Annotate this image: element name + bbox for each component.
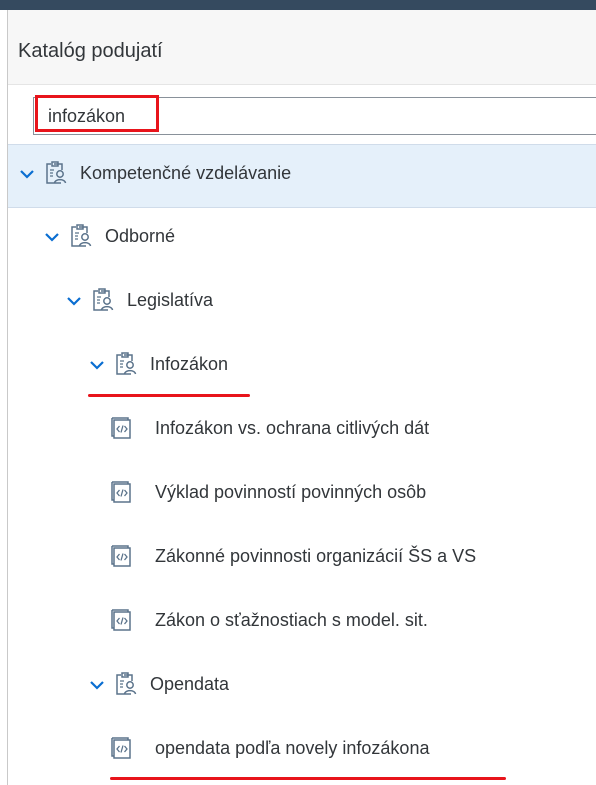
catalog-group-icon	[116, 352, 137, 375]
search-input-value: infozákon	[48, 106, 126, 126]
course-item-icon	[111, 545, 131, 567]
tree-item-label: Infozákon vs. ochrana citlivých dát	[155, 418, 430, 438]
chevron-down-icon[interactable]	[88, 356, 106, 374]
tree-item-zakonne-povinnosti[interactable]: Zákonné povinnosti organizácií ŠS a VS	[8, 528, 596, 592]
search-input[interactable]: infozákon	[33, 97, 596, 135]
course-item-icon	[111, 737, 131, 759]
tree-item-label: Zákonné povinnosti organizácií ŠS a VS	[155, 546, 477, 566]
tree-node-label: Odborné	[105, 226, 176, 246]
chevron-down-icon[interactable]	[43, 228, 61, 246]
catalog-group-icon	[71, 224, 92, 247]
course-item-icon	[111, 481, 131, 503]
panel-header: Katalóg podujatí	[8, 10, 596, 85]
chevron-down-icon[interactable]	[18, 165, 36, 183]
tree-node-label: Legislatíva	[127, 290, 214, 310]
tree-item-opendata-novela[interactable]: opendata podľa novely infozákona	[8, 720, 596, 784]
infozakon-annotation-underline	[88, 394, 250, 397]
page-title: Katalóg podujatí	[18, 40, 163, 62]
catalog-group-icon	[93, 288, 114, 311]
tree-node-opendata[interactable]: Opendata	[8, 656, 596, 720]
tree-item-label: opendata podľa novely infozákona	[155, 738, 430, 758]
tree-node-odborne[interactable]: Odborné	[8, 208, 596, 272]
chevron-down-icon[interactable]	[65, 292, 83, 310]
chevron-down-icon[interactable]	[88, 676, 106, 694]
tree-item-ochrana-dat[interactable]: Infozákon vs. ochrana citlivých dát	[8, 400, 596, 464]
catalog-panel: Katalóg podujatí infozákon Kompetenčné v…	[8, 10, 596, 785]
course-item-icon	[111, 609, 131, 631]
catalog-group-icon	[46, 161, 67, 184]
tree-node-label: Infozákon	[150, 354, 229, 374]
catalog-group-icon	[116, 672, 137, 695]
tree-node-label: Kompetenčné vzdelávanie	[80, 163, 292, 183]
course-item-icon	[111, 417, 131, 439]
opendata-annotation-underline	[110, 777, 506, 780]
tree-node-label: Opendata	[150, 674, 230, 694]
tree-item-staznosti[interactable]: Zákon o sťažnostiach s model. sit.	[8, 592, 596, 656]
tree-node-kompetencne[interactable]: Kompetenčné vzdelávanie	[8, 144, 596, 208]
tree-node-infozakon[interactable]: Infozákon	[8, 336, 596, 400]
tree-item-label: Zákon o sťažnostiach s model. sit.	[155, 610, 428, 630]
tree-node-legislativa[interactable]: Legislatíva	[8, 272, 596, 336]
tree-item-label: Výklad povinností povinných osôb	[155, 482, 427, 502]
shell-top-bar	[0, 0, 596, 10]
tree-item-vyklad[interactable]: Výklad povinností povinných osôb	[8, 464, 596, 528]
